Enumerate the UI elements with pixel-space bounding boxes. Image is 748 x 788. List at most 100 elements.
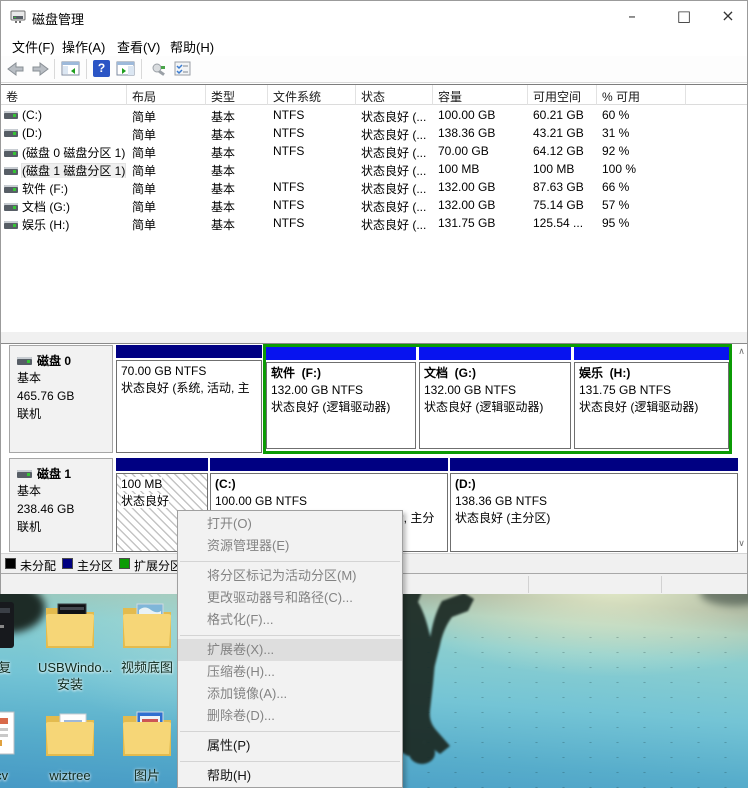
- column-header-layout[interactable]: 布局: [127, 85, 206, 105]
- volume-row-selected[interactable]: (磁盘 1 磁盘分区 1) 简单 基本 状态良好 (... 100 MB 100…: [1, 160, 747, 178]
- context-menu-open[interactable]: 打开(O): [178, 513, 402, 535]
- legend-label-extended: 扩展分区: [134, 557, 182, 574]
- column-header-filesystem[interactable]: 文件系统: [268, 85, 356, 105]
- volume-free: 87.63 GB: [533, 178, 597, 196]
- volume-capacity: 70.00 GB: [438, 142, 528, 160]
- disk0-partition-f[interactable]: 软件 (F:) 132.00 GB NTFS 状态良好 (逻辑驱动器): [266, 347, 416, 451]
- legend-label-primary: 主分区: [77, 557, 113, 574]
- context-menu-delete-volume[interactable]: 删除卷(D)...: [178, 705, 402, 727]
- desktop-icon-pictures[interactable]: 图片: [115, 708, 179, 784]
- column-header-volume[interactable]: 卷: [1, 85, 127, 105]
- column-header-pct-free[interactable]: % 可用: [597, 85, 686, 105]
- close-button[interactable]: ×: [707, 1, 748, 31]
- documents-icon: [0, 708, 30, 762]
- legend-swatch-primary: [62, 558, 73, 569]
- desktop-icon-label: 修复: [0, 659, 30, 676]
- forward-icon[interactable]: [30, 60, 50, 78]
- context-menu-mark-active[interactable]: 将分区标记为活动分区(M): [178, 565, 402, 587]
- desktop-icon-wiztree[interactable]: wiztree: [38, 708, 102, 784]
- menu-file[interactable]: 文件(F): [8, 35, 59, 58]
- disk1-partition-d[interactable]: (D:) 138.36 GB NTFS 状态良好 (主分区): [450, 458, 738, 552]
- splitter[interactable]: [1, 332, 747, 344]
- window-title: 磁盘管理: [32, 9, 84, 28]
- extended-partition-group: 软件 (F:) 132.00 GB NTFS 状态良好 (逻辑驱动器) 文档 (…: [263, 344, 732, 454]
- show-action-pane-icon[interactable]: [116, 60, 136, 78]
- disk0-partition-system[interactable]: 70.00 GB NTFS 状态良好 (系统, 活动, 主: [116, 345, 262, 453]
- context-menu-extend-volume[interactable]: 扩展卷(X)...: [178, 639, 402, 661]
- menu-view[interactable]: 查看(V): [113, 35, 164, 58]
- column-header-blank[interactable]: [686, 85, 747, 105]
- column-header-type[interactable]: 类型: [206, 85, 268, 105]
- volume-free: 64.12 GB: [533, 142, 597, 160]
- volume-layout: 简单: [132, 178, 206, 196]
- volume-layout: 简单: [132, 160, 206, 178]
- disk-size: 238.46 GB: [17, 500, 112, 518]
- show-console-tree-icon[interactable]: [61, 60, 81, 78]
- partition-size: 70.00 GB NTFS: [121, 363, 257, 380]
- volume-type: 基本: [211, 178, 268, 196]
- partition-status: 状态良好 (系统, 活动, 主: [121, 380, 257, 397]
- volume-type: 基本: [211, 124, 268, 142]
- minimize-button[interactable]: –: [611, 1, 653, 31]
- column-header-status[interactable]: 状态: [356, 85, 433, 105]
- volume-status: 状态良好 (...: [361, 160, 433, 178]
- context-menu-explorer[interactable]: 资源管理器(E): [178, 535, 402, 557]
- disk-title: 磁盘 0: [17, 352, 112, 369]
- maximize-button[interactable]: □: [663, 1, 705, 31]
- disk-status: 联机: [17, 518, 112, 536]
- magnifier-icon[interactable]: [148, 60, 168, 78]
- desktop-icon-ecv[interactable]: ecv: [0, 708, 30, 784]
- context-menu-properties[interactable]: 属性(P): [178, 735, 402, 757]
- back-icon[interactable]: [6, 60, 26, 78]
- disk0-partition-g[interactable]: 文档 (G:) 132.00 GB NTFS 状态良好 (逻辑驱动器): [419, 347, 571, 451]
- context-menu-add-mirror[interactable]: 添加镜像(A)...: [178, 683, 402, 705]
- checklist-icon[interactable]: [173, 60, 193, 78]
- volume-list: 卷 布局 类型 文件系统 状态 容量 可用空间 % 可用 (C:) 简单 基本 …: [1, 85, 747, 332]
- volume-row[interactable]: 娱乐 (H:) 简单 基本 NTFS 状态良好 (... 131.75 GB 1…: [1, 214, 747, 232]
- desktop-icon-usbwindows-install[interactable]: USBWindo... 安装: [38, 600, 102, 693]
- context-menu-shrink-volume[interactable]: 压缩卷(H)...: [178, 661, 402, 683]
- partition-status: 状态良好 (主分区): [455, 510, 733, 527]
- partition-status: 状态良好 (逻辑驱动器): [579, 399, 724, 416]
- folder-terminal-icon: [38, 600, 102, 654]
- disk0-partition-h[interactable]: 娱乐 (H:) 131.75 GB NTFS 状态良好 (逻辑驱动器): [574, 347, 729, 451]
- context-menu-change-letter[interactable]: 更改驱动器号和路径(C)...: [178, 587, 402, 609]
- context-menu-help[interactable]: 帮助(H): [178, 765, 402, 787]
- volume-layout: 简单: [132, 142, 206, 160]
- volume-row[interactable]: (磁盘 0 磁盘分区 1) 简单 基本 NTFS 状态良好 (... 70.00…: [1, 142, 747, 160]
- scroll-down-arrow[interactable]: ∨: [735, 538, 748, 549]
- volume-row[interactable]: 软件 (F:) 简单 基本 NTFS 状态良好 (... 132.00 GB 8…: [1, 178, 747, 196]
- title-bar[interactable]: 磁盘管理 – □ ×: [1, 1, 747, 31]
- column-header-free-space[interactable]: 可用空间: [528, 85, 597, 105]
- column-header-capacity[interactable]: 容量: [433, 85, 528, 105]
- desktop-icon-label: ecv: [0, 767, 30, 784]
- volume-pct: 60 %: [602, 106, 686, 124]
- volume-row[interactable]: (C:) 简单 基本 NTFS 状态良好 (... 100.00 GB 60.2…: [1, 106, 747, 124]
- disk1-label-panel[interactable]: 磁盘 1 基本 238.46 GB 联机: [9, 458, 113, 552]
- menu-action[interactable]: 操作(A): [58, 35, 109, 58]
- volume-capacity: 100.00 GB: [438, 106, 528, 124]
- volume-type: 基本: [211, 214, 268, 232]
- volume-row[interactable]: (D:) 简单 基本 NTFS 状态良好 (... 138.36 GB 43.2…: [1, 124, 747, 142]
- partition-title: 软件 (F:): [271, 365, 411, 382]
- volume-row[interactable]: 文档 (G:) 简单 基本 NTFS 状态良好 (... 132.00 GB 7…: [1, 196, 747, 214]
- legend-label-unallocated: 未分配: [20, 557, 56, 574]
- help-icon[interactable]: ?: [93, 60, 110, 77]
- desktop-icon-repair[interactable]: 修复: [0, 600, 30, 676]
- volume-name: 软件 (F:): [22, 182, 68, 196]
- volume-fs: NTFS: [273, 142, 356, 160]
- volume-fs: NTFS: [273, 124, 356, 142]
- volume-pct: 66 %: [602, 178, 686, 196]
- volume-capacity: 100 MB: [438, 160, 528, 178]
- volume-type: 基本: [211, 196, 268, 214]
- context-menu-format[interactable]: 格式化(F)...: [178, 609, 402, 631]
- disk0-label-panel[interactable]: 磁盘 0 基本 465.76 GB 联机: [9, 345, 113, 453]
- dark-app-icon: [0, 600, 30, 654]
- partition-size: 131.75 GB NTFS: [579, 382, 724, 399]
- menu-help[interactable]: 帮助(H): [166, 35, 218, 58]
- desktop-icon-video-base[interactable]: 视频底图: [115, 600, 179, 676]
- scroll-up-arrow[interactable]: ∧: [735, 346, 748, 357]
- volume-status: 状态良好 (...: [361, 106, 433, 124]
- partition-color-bar-primary: [450, 458, 738, 471]
- volume-icon: [4, 203, 18, 211]
